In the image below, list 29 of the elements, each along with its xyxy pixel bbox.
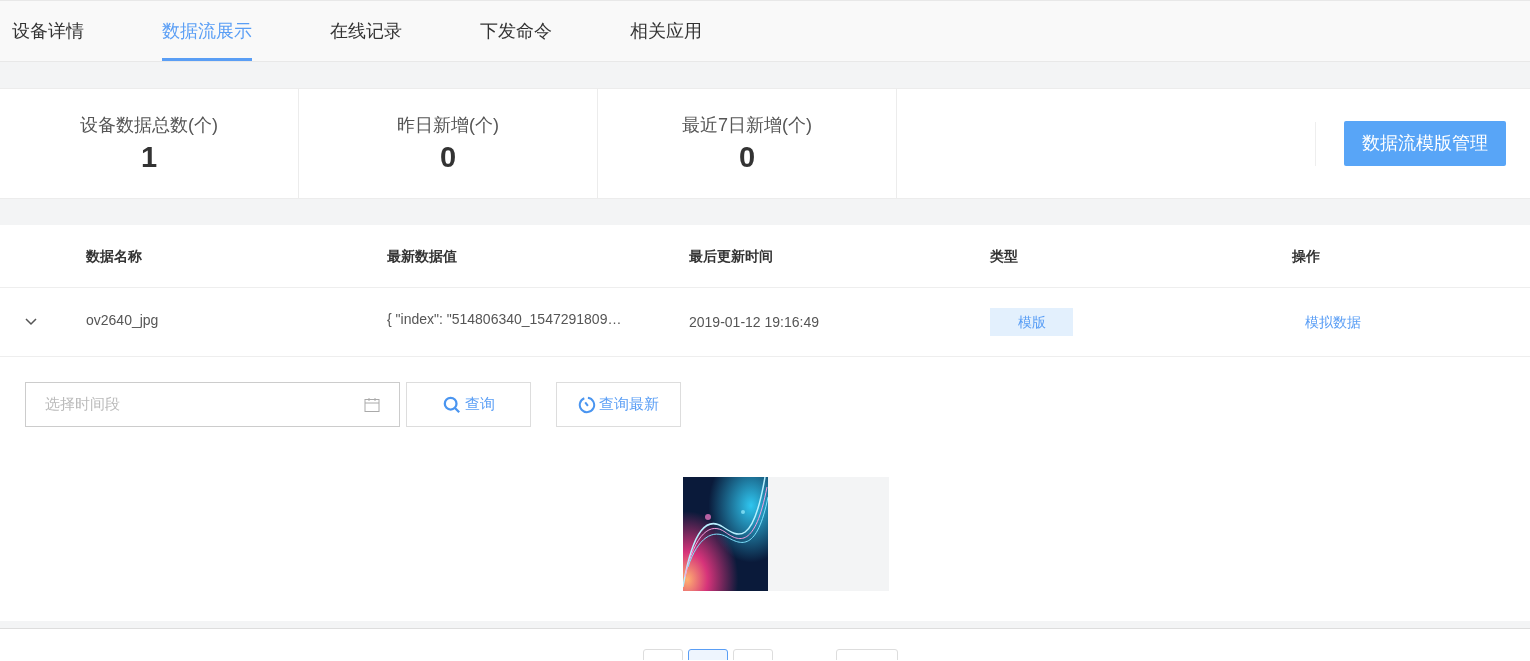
tab[interactable]: 下发命令 (480, 1, 552, 61)
stat-label: 设备数据总数(个) (80, 113, 218, 137)
column-header: 类型 (990, 247, 1018, 264)
column-header: 数据名称 (86, 247, 142, 264)
clock-icon (578, 395, 596, 414)
simulate-data-link[interactable]: 模拟数据 (1305, 313, 1361, 330)
calendar-icon (364, 396, 380, 413)
stat-value: 1 (140, 139, 158, 175)
column-header: 操作 (1292, 247, 1320, 264)
stat-label: 最近7日新增(个) (682, 113, 812, 137)
search-icon (442, 395, 461, 414)
query-button[interactable]: 查询 (406, 382, 531, 427)
stat-value: 0 (738, 139, 756, 175)
stat-value: 0 (439, 139, 457, 175)
query-latest-button[interactable]: 查询最新 (556, 382, 681, 427)
column-header: 最后更新时间 (689, 247, 773, 264)
table-cell: { "index": "514806340_1547291809… (387, 310, 622, 327)
date-range-field[interactable]: 选择时间段 (25, 382, 400, 427)
chevron-down-icon[interactable] (25, 318, 37, 326)
template-manage-button[interactable]: 数据流模版管理 (1344, 121, 1506, 166)
date-range-input[interactable]: 选择时间段 (45, 393, 364, 416)
stat-label: 昨日新增(个) (397, 113, 499, 137)
column-header: 最新数据值 (387, 247, 457, 264)
table-cell: 2019-01-12 19:16:49 (689, 313, 819, 330)
table-cell: ov2640_jpg (86, 311, 159, 328)
tab[interactable]: 在线记录 (330, 1, 402, 61)
type-tag: 模版 (990, 308, 1073, 336)
tab[interactable]: 设备详情 (12, 1, 84, 61)
tab[interactable]: 相关应用 (630, 1, 702, 61)
